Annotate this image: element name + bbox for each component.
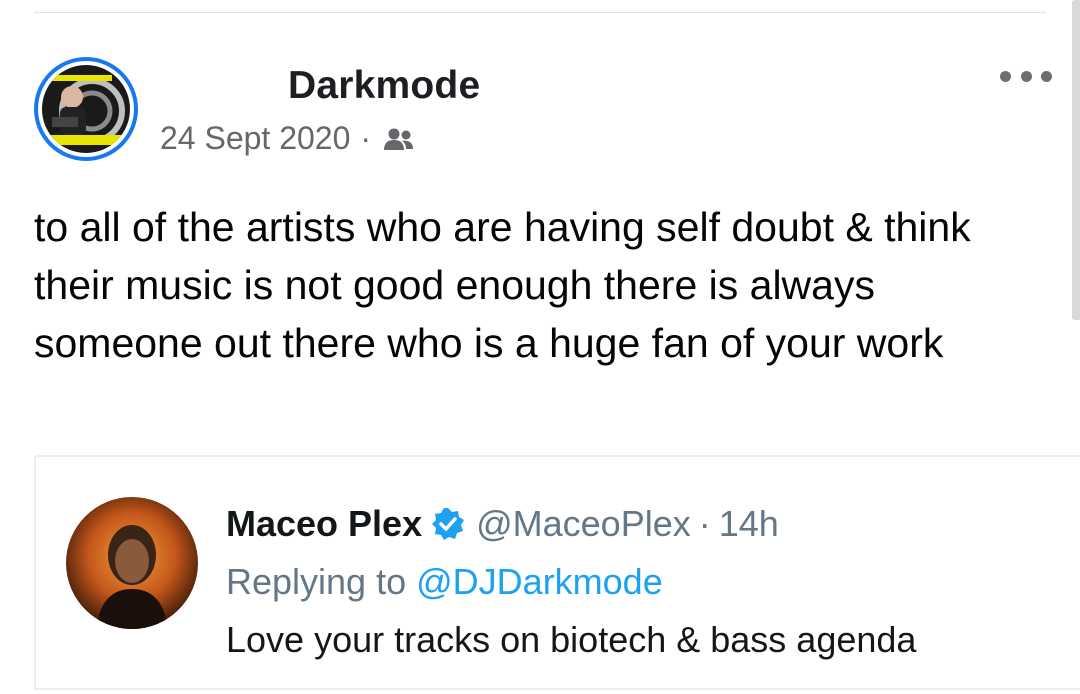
tweet-timestamp[interactable]: 14h xyxy=(719,503,779,545)
tweet-handle[interactable]: @MaceoPlex xyxy=(476,503,691,545)
tweet-author-name[interactable]: Maceo Plex xyxy=(226,503,422,545)
tweet-avatar[interactable] xyxy=(66,497,198,629)
post-author-name[interactable]: Darkmode xyxy=(288,64,480,108)
tweet-text: Love your tracks on biotech & bass agend… xyxy=(226,619,917,660)
replying-to-prefix: Replying to xyxy=(226,561,407,602)
screenshot-page: Darkmode 24 Sept 2020 · to all of the ar… xyxy=(0,0,1080,694)
tweet-header: Maceo Plex @MaceoPlex · 14h xyxy=(226,503,779,545)
replying-to-mention[interactable]: @DJDarkmode xyxy=(416,561,663,602)
profile-avatar[interactable] xyxy=(34,57,138,161)
meta-separator: · xyxy=(360,120,372,156)
tweet-separator: · xyxy=(698,503,711,544)
post-date[interactable]: 24 Sept 2020 xyxy=(160,120,350,157)
friends-icon[interactable] xyxy=(381,125,417,153)
embedded-tweet-card: Maceo Plex @MaceoPlex · 14h Replying to … xyxy=(34,455,1080,690)
post-text: to all of the artists who are having sel… xyxy=(34,204,971,366)
more-options-icon[interactable] xyxy=(1000,64,1052,88)
post-meta: 24 Sept 2020 · xyxy=(160,120,417,157)
verified-badge-icon xyxy=(430,506,466,542)
top-divider xyxy=(34,12,1046,13)
darkmode-logo-image xyxy=(42,65,130,153)
replying-to-line: Replying to @DJDarkmode xyxy=(226,561,663,603)
scrollbar[interactable] xyxy=(1072,0,1080,320)
